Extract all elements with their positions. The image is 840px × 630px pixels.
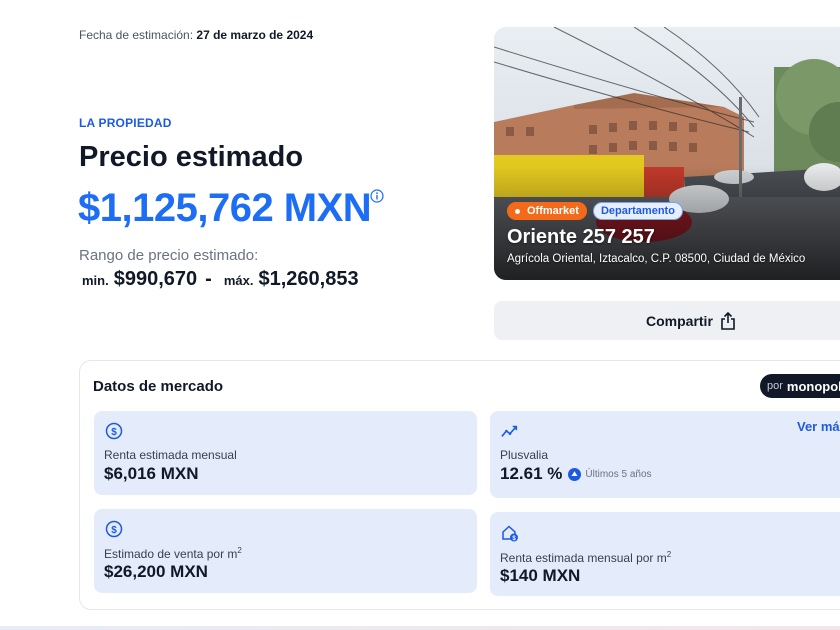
offmarket-dot-icon (515, 208, 520, 214)
dollar-circle-icon: $ (105, 520, 123, 538)
sale-per-m2-label: Estimado de venta por m2 (104, 546, 242, 561)
rent-per-m2-value: $140 MXN (500, 566, 581, 585)
house-dollar-icon: $ (502, 525, 518, 542)
provider-prefix: por (767, 380, 783, 392)
see-more-link[interactable]: Ver más (797, 419, 840, 434)
plusvalia-value-row: 12.61 % Últimos 5 años (500, 464, 652, 484)
rent-per-m2-label: Renta estimada mensual por m2 (500, 550, 672, 565)
provider-brand: monopoli (786, 378, 840, 394)
min-value: $990,670 (113, 268, 198, 290)
sale-per-m2-value: $26,200 MXN (104, 562, 208, 581)
price-range: min. $990,670 - máx. $1,260,853 (82, 268, 359, 291)
property-photo[interactable]: Offmarket Departamento Oriente 257 257 A… (494, 27, 840, 280)
monthly-rent-card: $ Renta estimada mensual $6,016 MXN (94, 411, 477, 495)
property-badges: Offmarket Departamento (507, 202, 683, 220)
max-value: $1,260,853 (258, 268, 359, 290)
range-separator: - (205, 268, 212, 290)
arrow-up-circle-icon (568, 467, 582, 481)
dollar-circle-icon: $ (105, 422, 123, 440)
property-street: Oriente 257 257 (507, 226, 655, 248)
estimation-date-label: Fecha de estimación: (79, 28, 194, 42)
min-label: min. (82, 273, 109, 288)
share-icon (721, 311, 735, 330)
property-address: Agrícola Oriental, Iztacalco, C.P. 08500… (507, 253, 806, 265)
page-title: Precio estimado (79, 141, 304, 173)
plusvalia-label: Plusvalia (500, 448, 549, 462)
share-button-label: Compartir (646, 312, 713, 329)
estimated-price: $1,125,762 MXN (78, 186, 372, 230)
trend-up-icon (501, 425, 518, 437)
provider-badge[interactable]: por monopoli (760, 374, 840, 398)
market-data-title: Datos de mercado (93, 378, 224, 395)
info-icon[interactable] (370, 189, 384, 203)
estimation-date-value: 27 de marzo de 2024 (196, 28, 314, 42)
plusvalia-card: Ver más Plusvalia 12.61 % Últimos 5 años (490, 411, 840, 498)
monthly-rent-label: Renta estimada mensual (104, 448, 237, 462)
offmarket-badge-label: Offmarket (527, 205, 579, 217)
plusvalia-value: 12.61 % (500, 464, 563, 483)
max-label: máx. (223, 273, 254, 288)
estimation-date: Fecha de estimación: 27 de marzo de 2024 (79, 28, 313, 42)
svg-text:$: $ (111, 427, 117, 438)
rent-per-m2-card: $ Renta estimada mensual por m2 $140 MXN (490, 512, 840, 596)
market-data-panel: Datos de mercado por monopoli $ Renta es… (79, 360, 840, 610)
bottom-divider (0, 626, 840, 630)
property-type-badge: Departamento (592, 202, 683, 220)
monthly-rent-value: $6,016 MXN (104, 464, 199, 483)
offmarket-badge: Offmarket (507, 202, 587, 220)
svg-text:$: $ (111, 525, 117, 536)
price-range-label: Rango de precio estimado: (79, 247, 259, 264)
plusvalia-period: Últimos 5 años (585, 468, 652, 480)
share-button[interactable]: Compartir (494, 301, 840, 340)
section-label: LA PROPIEDAD (79, 116, 172, 130)
sale-per-m2-card: $ Estimado de venta por m2 $26,200 MXN (94, 509, 477, 593)
